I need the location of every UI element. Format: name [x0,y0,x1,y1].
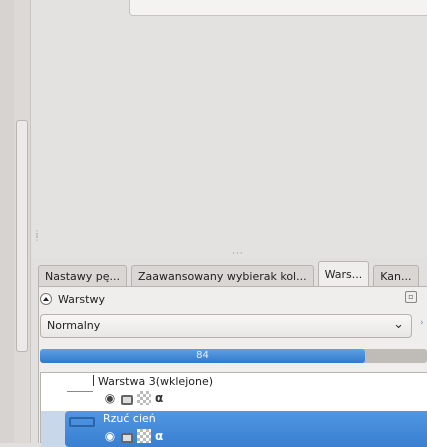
layer-property-icons: ◉ α [103,391,169,405]
scrollbar-thumb[interactable] [16,120,28,352]
eye-icon[interactable]: ◉ [103,391,117,405]
layer-thumbnail [69,417,95,427]
eye-icon[interactable]: ◉ [103,429,117,443]
upper-docker-area [31,0,427,258]
lock-icon[interactable] [121,395,133,405]
selected-layer-highlight: Rzuć cień ◉ α [65,411,427,447]
layer-row[interactable]: Rzuć cień ◉ α [41,411,427,447]
layer-list: Warstwa 3(wklejone) ◉ α Rzuć cień ◉ α [40,372,427,447]
splitter-grip-vertical[interactable]: ⋮ ⋮ [33,230,41,242]
upper-panel [129,0,427,16]
mode-extra-icon[interactable]: › [420,318,424,328]
tab-advanced-color-selector[interactable]: Zaawansowany wybierak kol... [131,265,314,287]
layers-panel-header: Warstwy ▫ [40,290,427,308]
vertical-scrollbar[interactable] [14,0,31,443]
panel-config-icon[interactable]: ▫ [405,291,417,303]
layer-name: Warstwa 3(wklejone) [93,375,213,388]
collapse-icon[interactable] [40,293,52,305]
docker-tab-bar: Nastawy pę... Zaawansowany wybierak kol.… [38,261,427,287]
inherit-alpha-icon[interactable]: α [155,391,169,405]
blend-mode-select[interactable]: Normalny ⌄ [40,314,412,338]
layer-property-icons: ◉ α [103,429,169,443]
alpha-lock-icon[interactable] [137,429,151,443]
layer-name-text: Warstwa 3(wklejone) [98,375,214,388]
layer-thumbnail [67,379,93,392]
opacity-slider[interactable]: 84 [40,349,427,363]
blend-mode-value: Normalny [47,319,101,332]
lock-icon[interactable] [121,433,133,443]
tab-brush-presets[interactable]: Nastawy pę... [38,265,127,287]
tab-layers[interactable]: Wars... [317,261,370,287]
layer-name-text: Rzuć cień [103,412,156,425]
inherit-alpha-icon[interactable]: α [155,429,169,443]
left-dock-strip [0,0,15,443]
opacity-value: 84 [196,350,209,361]
panel-title: Warstwy [58,292,105,306]
alpha-lock-icon[interactable] [137,391,151,405]
chevron-down-icon: ⌄ [393,317,404,332]
layer-row[interactable]: Warstwa 3(wklejone) ◉ α [41,373,427,409]
splitter-grip-horizontal[interactable]: ··· [232,249,244,259]
tab-channels[interactable]: Kan... [373,265,419,287]
